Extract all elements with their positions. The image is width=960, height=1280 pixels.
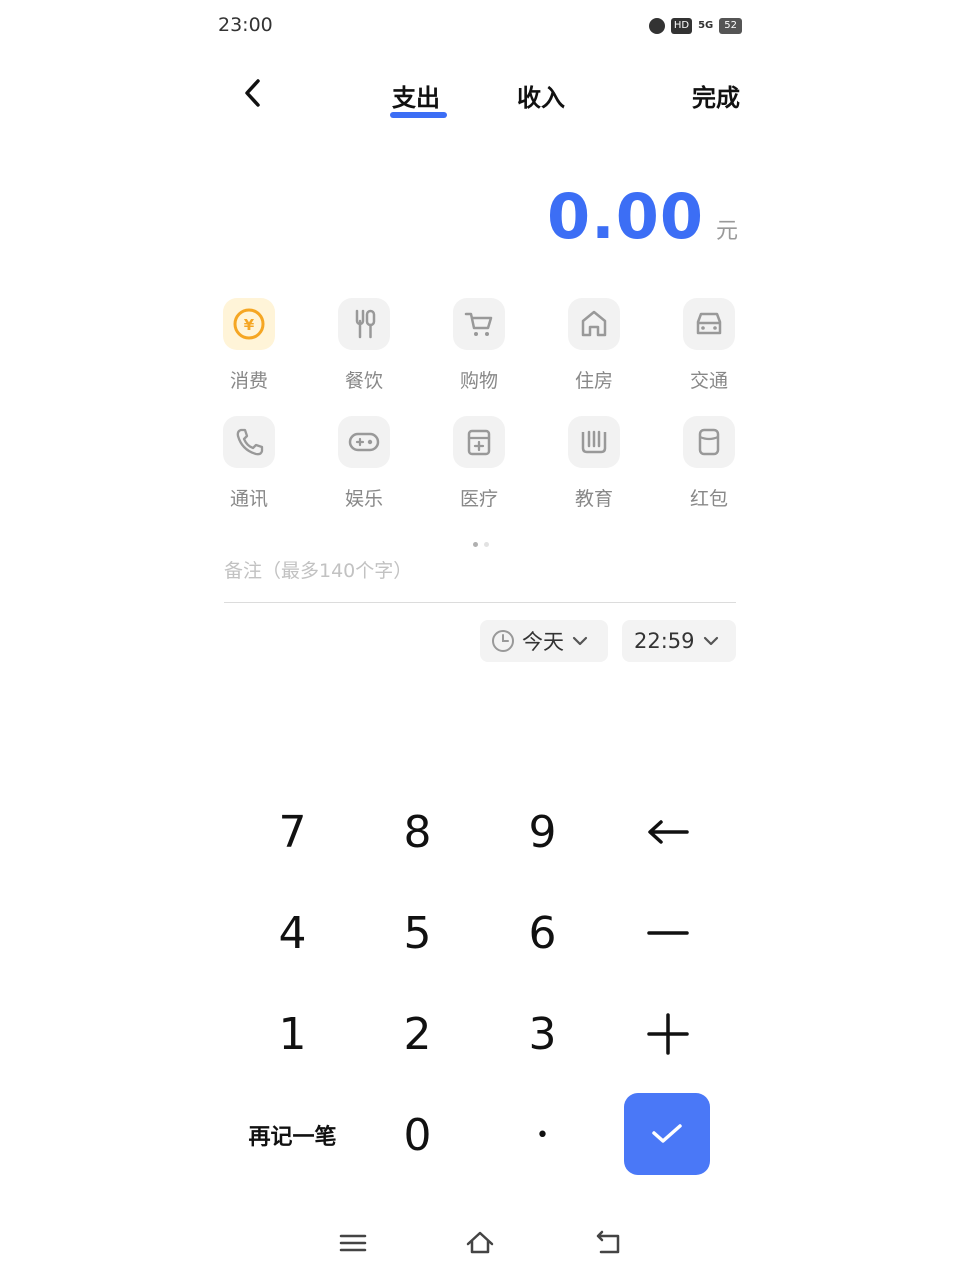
category-icon-box	[338, 416, 390, 468]
category-icon-box	[338, 298, 390, 350]
utensils-icon	[355, 309, 376, 339]
category-icon-box: ¥	[223, 298, 275, 350]
plus-icon	[646, 1013, 689, 1055]
category-icon-box	[683, 416, 735, 468]
time-label: 22:59	[634, 629, 695, 653]
category-icon-box	[683, 298, 735, 350]
key-5[interactable]: 5	[355, 883, 480, 983]
key-4[interactable]: 4	[230, 883, 355, 983]
page-dot-active	[473, 542, 478, 547]
note-placeholder: 备注（最多140个字）	[224, 560, 413, 582]
backspace-key[interactable]	[605, 782, 730, 882]
back-arrow-icon[interactable]	[238, 76, 268, 110]
decimal-point-key[interactable]: •	[480, 1085, 605, 1185]
backspace-arrow-icon	[647, 820, 689, 844]
key-2[interactable]: 2	[355, 984, 480, 1084]
category-label: 通讯	[229, 488, 268, 510]
alarm-icon	[648, 18, 665, 34]
menu-icon[interactable]	[338, 1228, 368, 1258]
chevron-down-icon	[703, 636, 718, 646]
date-selector[interactable]: 今天	[480, 620, 608, 662]
clock-icon	[492, 630, 514, 652]
status-bar: 23:00 HD 5G 52	[218, 12, 742, 42]
back-nav-icon[interactable]	[593, 1228, 623, 1258]
category-icon-box	[453, 298, 505, 350]
medical-kit-icon	[467, 429, 491, 456]
category-icon-box	[453, 416, 505, 468]
car-icon	[696, 312, 722, 335]
category-label: 消费	[229, 370, 268, 392]
category-label: 购物	[459, 370, 498, 392]
category-label: 交通	[689, 370, 728, 392]
plus-key[interactable]	[605, 984, 730, 1084]
amount-value: 0.00	[547, 180, 704, 253]
key-3[interactable]: 3	[480, 984, 605, 1084]
phone-icon	[236, 428, 264, 456]
key-0[interactable]: 0	[355, 1085, 480, 1185]
key-8[interactable]: 8	[355, 782, 480, 882]
done-button[interactable]: 完成	[692, 78, 740, 113]
yuan-coin-icon: ¥	[233, 308, 265, 340]
tab-income[interactable]: 收入	[517, 78, 565, 113]
key-9[interactable]: 9	[480, 782, 605, 882]
house-icon	[581, 310, 607, 337]
page-indicator	[470, 532, 492, 551]
checkmark-icon	[652, 1124, 682, 1143]
category-telecom[interactable]: 通讯	[209, 416, 289, 511]
amount-unit: 元	[715, 219, 738, 244]
chevron-down-icon	[572, 636, 588, 646]
system-nav-bar	[192, 1228, 768, 1264]
record-another-button[interactable]: 再记一笔	[230, 1085, 355, 1185]
red-envelope-icon	[698, 428, 720, 456]
hd-icon: HD	[670, 18, 693, 34]
category-red-envelope[interactable]: 红包	[669, 416, 749, 511]
date-label: 今天	[522, 630, 564, 654]
minus-key[interactable]	[605, 883, 730, 983]
signal-icon: 5G	[698, 20, 714, 31]
category-label: 红包	[689, 488, 728, 510]
svg-text:¥: ¥	[244, 316, 255, 334]
category-label: 餐饮	[344, 370, 383, 392]
status-icons: HD 5G 52	[648, 18, 742, 34]
key-6[interactable]: 6	[480, 883, 605, 983]
category-icon-box	[223, 416, 275, 468]
amount-display: 0.00 元	[547, 180, 738, 253]
category-label: 住房	[574, 370, 613, 392]
category-housing[interactable]: 住房	[554, 298, 634, 393]
category-label: 娱乐	[344, 488, 383, 510]
category-icon-box	[568, 416, 620, 468]
key-1[interactable]: 1	[230, 984, 355, 1084]
category-entertainment[interactable]: 娱乐	[324, 416, 404, 511]
key-7[interactable]: 7	[230, 782, 355, 882]
home-icon[interactable]	[465, 1228, 495, 1258]
time-selector[interactable]: 22:59	[622, 620, 736, 662]
category-icon-box	[568, 298, 620, 350]
category-education[interactable]: 教育	[554, 416, 634, 511]
battery-icon: 52	[719, 18, 742, 34]
category-medical[interactable]: 医疗	[439, 416, 519, 511]
app-screen: 23:00 HD 5G 52 支出 收入 完成 0.00 元 ¥ 消费 餐饮 购…	[192, 0, 768, 1280]
books-icon	[581, 430, 607, 454]
page-dot	[484, 542, 489, 547]
cart-icon	[464, 312, 493, 336]
category-consume[interactable]: ¥ 消费	[209, 298, 289, 393]
category-transport[interactable]: 交通	[669, 298, 749, 393]
active-tab-indicator	[390, 112, 447, 118]
note-input[interactable]: 备注（最多140个字）	[224, 556, 736, 603]
status-time: 23:00	[218, 14, 273, 36]
category-label: 教育	[574, 488, 613, 510]
header: 支出 收入 完成	[192, 70, 768, 130]
tab-expense[interactable]: 支出	[392, 78, 440, 113]
gamepad-icon	[348, 432, 380, 452]
confirm-button[interactable]	[624, 1093, 710, 1175]
category-label: 医疗	[459, 488, 498, 510]
category-shopping[interactable]: 购物	[439, 298, 519, 393]
minus-icon	[646, 931, 689, 935]
category-dining[interactable]: 餐饮	[324, 298, 404, 393]
